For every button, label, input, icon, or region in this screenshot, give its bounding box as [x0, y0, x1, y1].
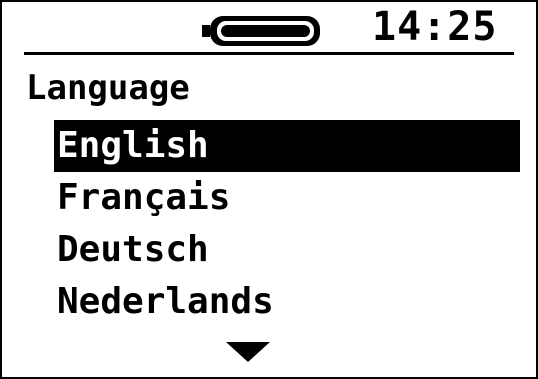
chevron-down-icon[interactable]	[226, 342, 270, 362]
status-divider	[24, 52, 514, 55]
language-option-english[interactable]: English	[54, 120, 520, 172]
battery-full-icon	[202, 16, 320, 46]
clock: 14:25	[372, 4, 498, 50]
status-bar: 14:25	[2, 2, 536, 50]
language-option-francais[interactable]: Français	[54, 172, 520, 224]
menu-title: Language	[26, 68, 190, 108]
language-option-nederlands[interactable]: Nederlands	[54, 276, 520, 328]
device-screen: 14:25 Language English Français Deutsch …	[0, 0, 538, 379]
language-list: English Français Deutsch Nederlands	[2, 120, 536, 328]
language-option-deutsch[interactable]: Deutsch	[54, 224, 520, 276]
